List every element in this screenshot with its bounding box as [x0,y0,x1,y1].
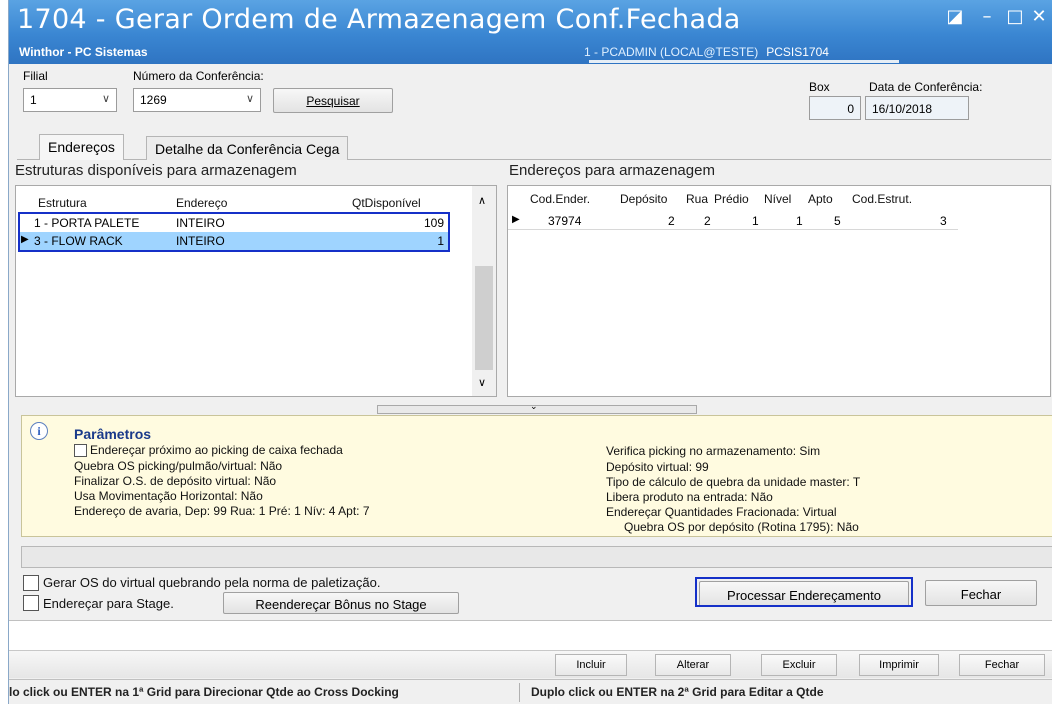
scroll-thumb[interactable] [475,266,493,370]
filial-select[interactable]: 1 ∨ [23,88,117,112]
cell-apto: 5 [834,214,841,228]
column-header-nivel[interactable]: Nível [764,192,791,206]
box-field[interactable]: 0 [809,96,861,120]
alterar-button[interactable]: Alterar [655,654,731,676]
chevron-down-icon: ∨ [101,93,110,105]
parametros-panel: i Parâmetros Endereçar próximo ao pickin… [21,415,1052,537]
app-subtitle: Winthor - PC Sistemas [19,45,148,59]
bottom-toolbar: Incluir Alterar Excluir Imprimir Fechar [9,650,1052,678]
estruturas-grid[interactable]: Estrutura Endereço QtDisponível 1 - PORT… [15,185,497,397]
imprimir-button[interactable]: Imprimir [859,654,939,676]
data-conferencia-field[interactable]: 16/10/2018 [865,96,969,120]
picking-checkbox[interactable] [74,444,87,457]
window-title: 1704 - Gerar Ordem de Armazenagem Conf.F… [17,4,741,35]
routine-code: PCSIS1704 [766,45,829,59]
conferencia-label: Número da Conferência: [133,69,264,83]
tab-detalhe-conferencia[interactable]: Detalhe da Conferência Cega [146,136,349,160]
conferencia-value: 1269 [140,93,167,107]
pesquisar-button[interactable]: Pesquisar [273,88,393,113]
param-left-1: Quebra OS picking/pulmão/virtual: Não [74,459,283,473]
title-bar: 1704 - Gerar Ordem de Armazenagem Conf.F… [9,0,1052,64]
param-left-2: Finalizar O.S. de depósito virtual: Não [74,474,277,488]
separator-bar [9,620,1052,650]
minimize-icon[interactable]: – [975,6,999,30]
column-header-cod-estrut[interactable]: Cod.Estrut. [852,192,912,206]
data-conferencia-label: Data de Conferência: [869,80,983,94]
excluir-button[interactable]: Excluir [761,654,837,676]
cell-rua: 2 [704,214,711,228]
cell-cod-ender: 37974 [548,214,582,228]
cell-predio: 1 [752,214,759,228]
cell-cod-estrut: 3 [940,214,947,228]
column-header-rua[interactable]: Rua [686,192,708,206]
user-name: 1 - PCADMIN (LOCAL@TESTE) [584,45,759,59]
panel-splitter[interactable]: ⌄ [377,401,697,414]
table-row[interactable]: ▶ 37974 2 2 1 1 5 3 [508,212,958,230]
picking-checkbox-label: Endereçar próximo ao picking de caixa fe… [90,443,343,457]
column-header-predio[interactable]: Prédio [714,192,749,206]
status-text-left: lo click ou ENTER na 1ª Grid para Direci… [9,685,399,699]
cell-deposito: 2 [668,214,675,228]
gerar-os-checkbox[interactable] [23,575,39,591]
left-grid-title: Estruturas disponíveis para armazenagem [15,162,297,179]
highlight-frame [695,577,913,607]
stage-label: Endereçar para Stage. [43,596,174,611]
column-header-estrutura[interactable]: Estrutura [38,196,87,210]
column-header-apto[interactable]: Apto [808,192,833,206]
progress-bar [21,546,1052,568]
highlight-frame [18,212,450,252]
param-right-2: Depósito virtual: 99 [606,460,709,474]
fechar-toolbar-button[interactable]: Fechar [959,654,1045,676]
chevron-down-icon: ∨ [245,93,254,105]
filial-value: 1 [30,93,37,107]
column-header-qtdisponivel[interactable]: QtDisponível [352,196,421,210]
param-right-6: Quebra OS por depósito (Rotina 1795): Nã… [624,520,859,534]
column-header-endereco[interactable]: Endereço [176,196,227,210]
enderecos-grid[interactable]: Cod.Ender. Depósito Rua Prédio Nível Apt… [507,185,1051,397]
chevron-down-icon[interactable]: ∨ [478,376,486,389]
row-pointer-icon: ▶ [512,214,520,225]
param-left-4: Endereço de avaria, Dep: 99 Rua: 1 Pré: … [74,504,370,518]
box-label: Box [809,80,830,94]
chevron-down-icon[interactable]: ⌄ [530,401,538,412]
chevron-up-icon[interactable]: ∧ [478,194,486,207]
param-right-4: Libera produto na entrada: Não [606,490,773,504]
status-bar: lo click ou ENTER na 1ª Grid para Direci… [9,679,1052,704]
column-header-deposito[interactable]: Depósito [620,192,667,206]
gerar-os-label: Gerar OS do virtual quebrando pela norma… [43,575,381,590]
pesquisar-label: Pesquisar [306,94,360,108]
conferencia-select[interactable]: 1269 ∨ [133,88,261,112]
filial-label: Filial [23,69,48,83]
cell-nivel: 1 [796,214,803,228]
user-info-underline [589,60,899,63]
param-right-1: Verifica picking no armazenamento: Sim [606,444,821,458]
stage-checkbox[interactable] [23,595,39,611]
column-header-cod-ender[interactable]: Cod.Ender. [530,192,590,206]
param-left-3: Usa Movimentação Horizontal: Não [74,489,263,503]
user-info: 1 - PCADMIN (LOCAL@TESTE) PCSIS1704 [584,45,829,59]
param-right-3: Tipo de cálculo de quebra da unidade mas… [606,475,861,489]
reenderecar-bonus-button[interactable]: Reendereçar Bônus no Stage [223,592,459,614]
status-text-right: Duplo click ou ENTER na 2ª Grid para Edi… [531,685,824,699]
info-icon: i [30,422,48,440]
restore-icon[interactable]: ◪ [943,6,967,30]
parametros-title: Parâmetros [74,426,152,442]
tab-enderecos[interactable]: Endereços [39,134,124,160]
incluir-button[interactable]: Incluir [555,654,627,676]
vertical-scrollbar[interactable]: ∧ ∨ [472,186,496,396]
fechar-dialog-button[interactable]: Fechar [925,580,1037,606]
param-right-5: Endereçar Quantidades Fracionada: Virtua… [606,505,837,519]
main-window: 1704 - Gerar Ordem de Armazenagem Conf.F… [8,0,1052,704]
status-divider [519,683,520,702]
right-grid-title: Endereços para armazenagem [509,162,715,179]
maximize-icon[interactable]: □ [1003,6,1027,30]
close-icon[interactable]: ✕ [1027,6,1051,30]
